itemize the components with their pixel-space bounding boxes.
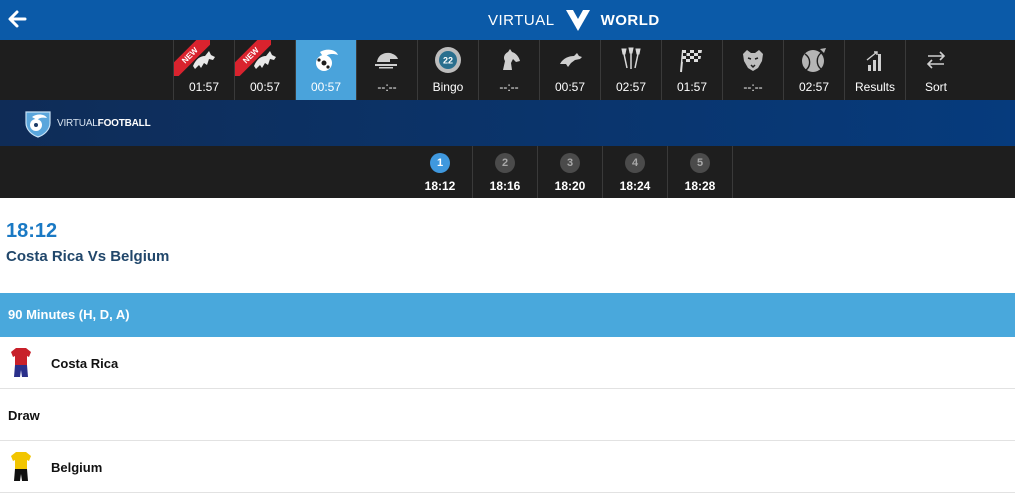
- banner-title-bold: FOOTBALL: [97, 117, 151, 129]
- game-tab-panther[interactable]: --:--: [722, 40, 783, 100]
- event-number: 2: [495, 153, 515, 173]
- brand-left: VIRTUAL: [488, 11, 555, 29]
- selection-draw[interactable]: Draw: [0, 389, 1015, 441]
- game-time: 01:57: [676, 80, 708, 94]
- horse-head-icon: [503, 49, 520, 70]
- v-logo-icon: [565, 10, 590, 31]
- game-strip: NEW 01:57 NEW 00:57 00:57 --:-- 22 Bingo…: [0, 40, 1015, 100]
- game-tab-football[interactable]: 00:57: [295, 40, 356, 100]
- event-title: Costa Rica Vs Belgium: [6, 248, 170, 265]
- game-tab-tennis[interactable]: 02:57: [783, 40, 844, 100]
- arrow-left-icon[interactable]: [6, 8, 28, 30]
- game-tab-bingo[interactable]: 22 Bingo: [417, 40, 478, 100]
- panther-icon: [743, 50, 763, 71]
- greyhound-icon: [560, 53, 582, 67]
- game-tab-motor-racing[interactable]: --:--: [356, 40, 417, 100]
- selection-name: Belgium: [51, 460, 103, 475]
- virtual-football-logo: VIRTUAL FOOTBALL: [22, 107, 151, 139]
- chequered-flag-icon: [680, 49, 702, 73]
- game-time: --:--: [499, 80, 519, 94]
- virtual-football-banner: VIRTUAL FOOTBALL: [0, 100, 1015, 146]
- event-time: 18:16: [489, 179, 521, 193]
- game-time: --:--: [377, 80, 397, 94]
- brand-logo: VIRTUAL WORLD: [488, 7, 660, 33]
- game-tab-horse-head[interactable]: --:--: [478, 40, 539, 100]
- event-number: 4: [625, 153, 645, 173]
- event-start-time: 18:12: [6, 220, 58, 242]
- banner-title-light: VIRTUAL: [57, 117, 98, 129]
- event-time: 18:20: [554, 179, 586, 193]
- game-time: Bingo: [432, 80, 464, 94]
- game-time: 00:57: [249, 80, 281, 94]
- motor-racing-icon: [375, 52, 398, 69]
- event-time: 18:28: [684, 179, 716, 193]
- sort-arrows-icon: [926, 51, 946, 69]
- brand-right: WORLD: [600, 11, 660, 29]
- event-tab-1[interactable]: 1 18:12: [408, 146, 473, 198]
- results-chart-icon: [866, 51, 881, 71]
- sort-button[interactable]: Sort: [905, 40, 966, 100]
- event-tabs: 1 18:12 2 18:16 3 18:20 4 18:24 5 18:28: [0, 146, 1015, 198]
- event-time: 18:12: [424, 179, 456, 193]
- event-number: 1: [430, 153, 450, 173]
- game-time: 02:57: [798, 80, 830, 94]
- tennis-ball-icon: [802, 48, 826, 72]
- game-time: 01:57: [188, 80, 220, 94]
- sort-label: Sort: [924, 80, 947, 94]
- selection-name: Costa Rica: [51, 356, 119, 371]
- event-tab-5[interactable]: 5 18:28: [668, 146, 733, 198]
- selection-away[interactable]: Belgium: [0, 441, 1015, 493]
- event-tab-2[interactable]: 2 18:16: [473, 146, 538, 198]
- results-button[interactable]: Results: [844, 40, 905, 100]
- game-tab-racing-flag[interactable]: 01:57: [661, 40, 722, 100]
- selection-home[interactable]: Costa Rica: [0, 337, 1015, 389]
- event-tab-3[interactable]: 3 18:20: [538, 146, 603, 198]
- football-shield-icon: [25, 111, 51, 138]
- bingo-ball-icon: 22: [435, 47, 461, 73]
- game-time: 00:57: [554, 80, 586, 94]
- event-tab-4[interactable]: 4 18:24: [603, 146, 668, 198]
- darts-icon: [621, 47, 641, 69]
- event-number: 5: [690, 153, 710, 173]
- top-bar: VIRTUAL WORLD: [0, 0, 1015, 40]
- game-time: 02:57: [615, 80, 647, 94]
- belgium-kit-icon: [11, 452, 31, 481]
- results-label: Results: [854, 80, 895, 94]
- costa-rica-kit-icon: [11, 348, 31, 377]
- game-tab-greyhound[interactable]: 00:57: [539, 40, 600, 100]
- selection-name: Draw: [8, 408, 40, 423]
- game-tab-horse-racing-1[interactable]: NEW 01:57: [173, 40, 234, 100]
- event-time: 18:24: [619, 179, 651, 193]
- game-time: --:--: [743, 80, 763, 94]
- svg-text:22: 22: [443, 56, 453, 66]
- new-badge: NEW: [174, 40, 210, 76]
- game-tab-horse-racing-2[interactable]: NEW 00:57: [234, 40, 295, 100]
- game-time: 00:57: [310, 80, 342, 94]
- new-badge: NEW: [235, 40, 271, 76]
- event-number: 3: [560, 153, 580, 173]
- market-header[interactable]: 90 Minutes (H, D, A): [0, 293, 1015, 337]
- game-tab-darts[interactable]: 02:57: [600, 40, 661, 100]
- football-icon: [316, 49, 338, 71]
